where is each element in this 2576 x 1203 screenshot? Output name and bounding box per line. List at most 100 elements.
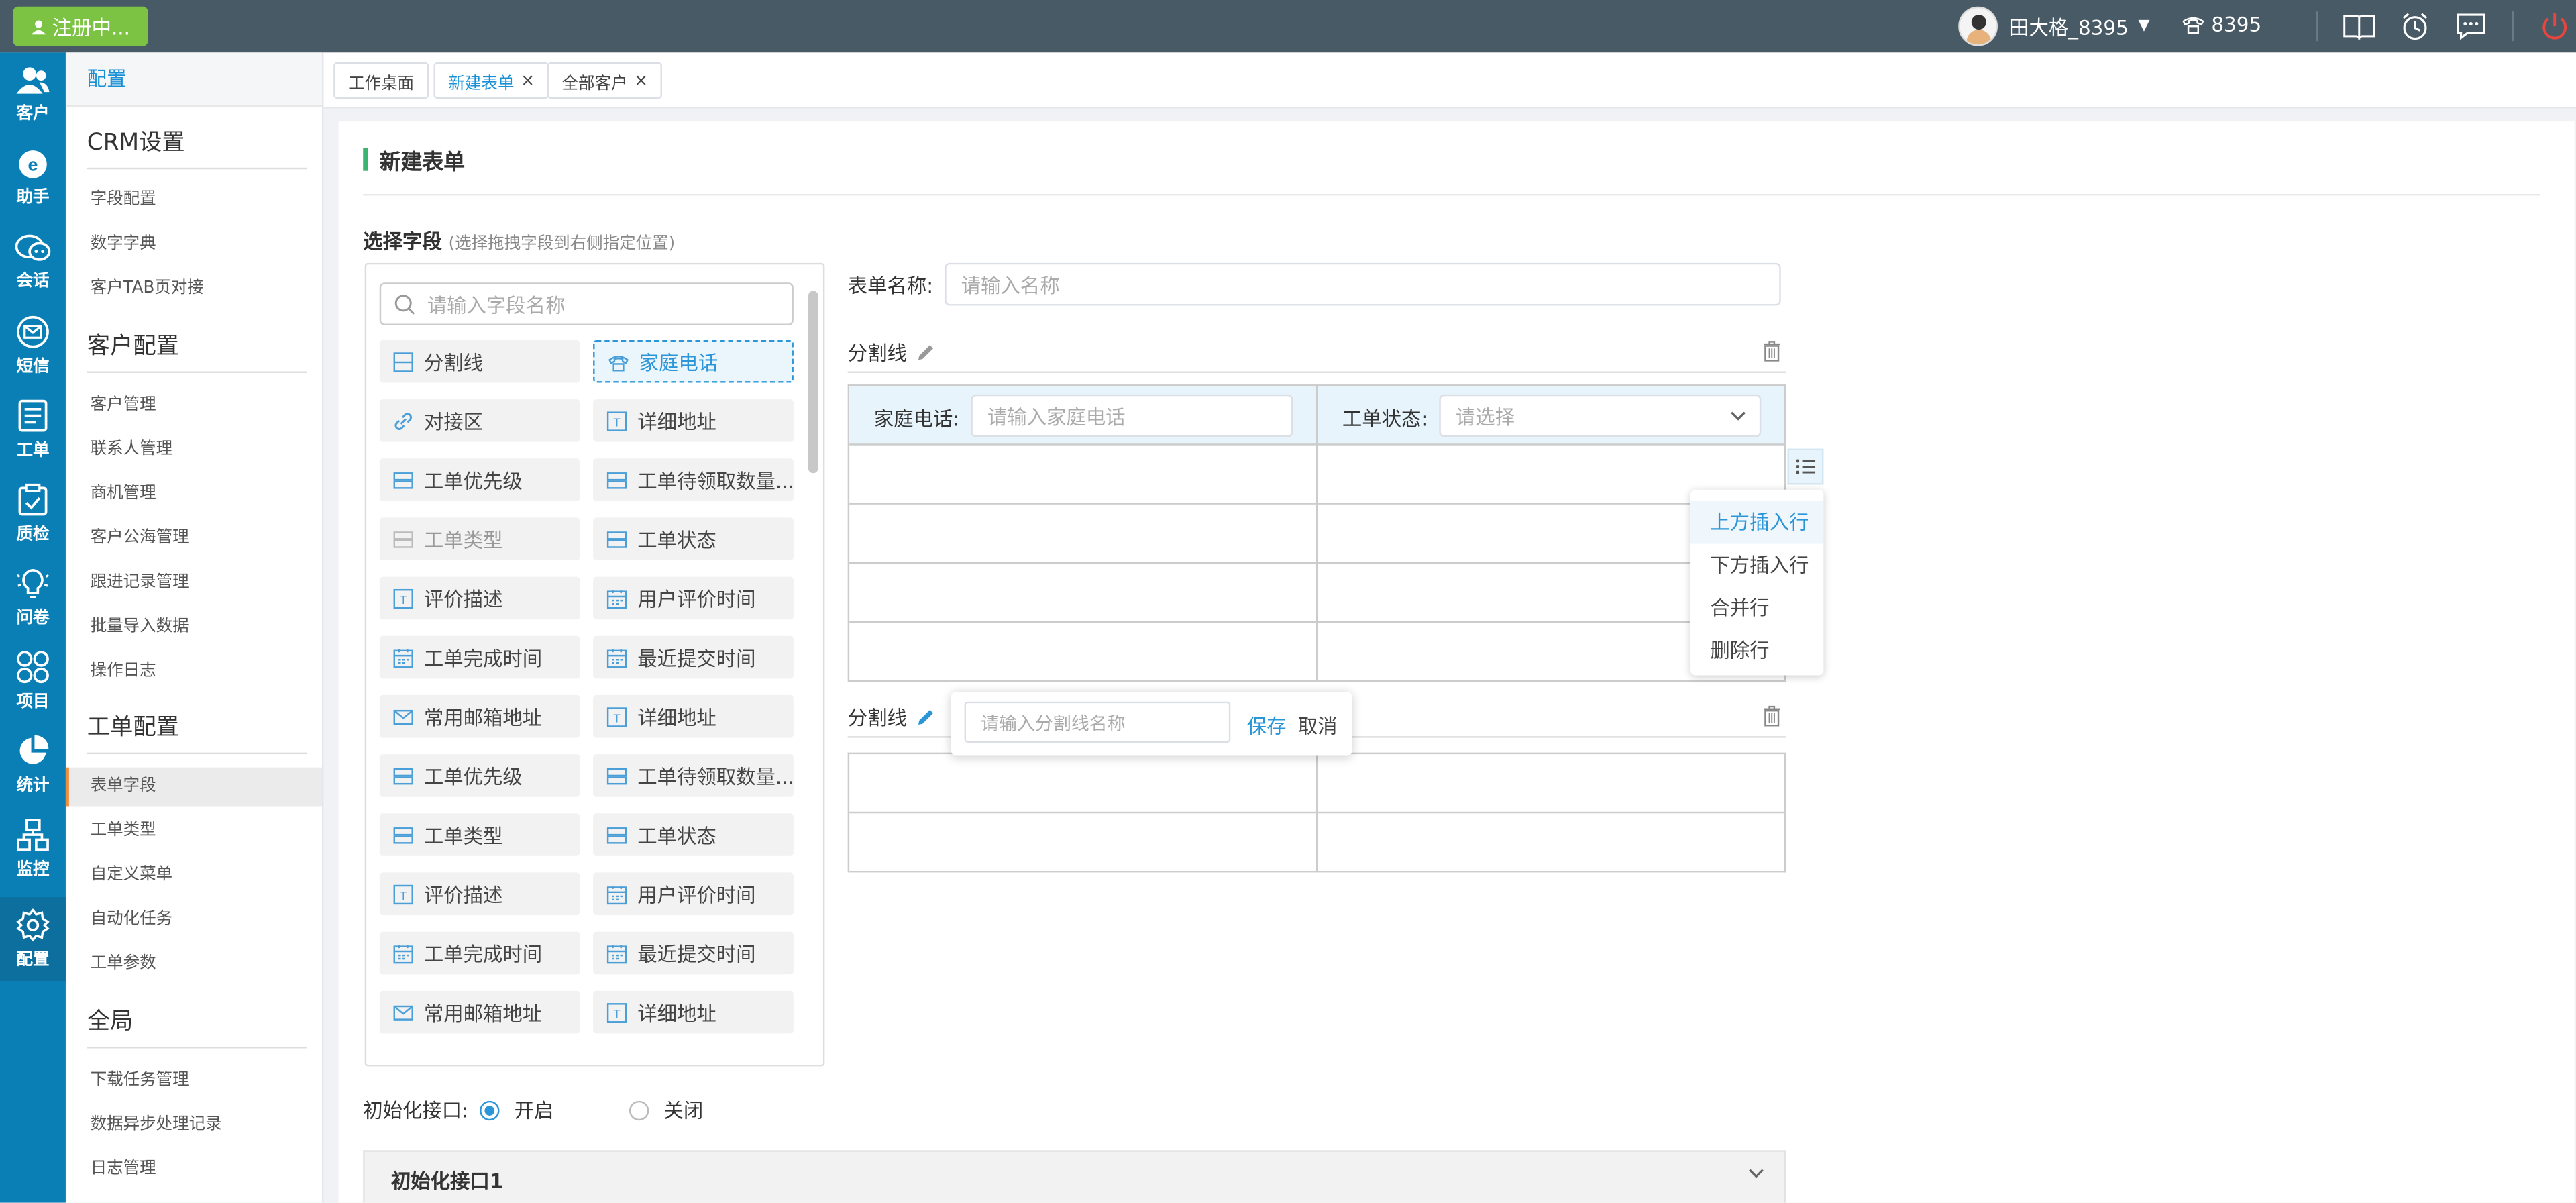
cancel-button[interactable]: 取消: [1298, 711, 1338, 739]
submenu-item[interactable]: 自定义菜单: [66, 856, 322, 896]
register-status-button[interactable]: 注册中...: [13, 6, 148, 46]
form-layout-grid-1: 家庭电话: 请输入家庭电话 工单状态: 请选择: [847, 384, 1786, 682]
scrollbar[interactable]: [808, 291, 818, 474]
edit-pencil-icon[interactable]: [917, 709, 935, 727]
grid-cell[interactable]: 家庭电话: 请输入家庭电话: [849, 386, 1318, 446]
nav-label: 项目: [16, 693, 50, 712]
field-chip[interactable]: 工单状态: [593, 517, 794, 561]
search-icon: [394, 294, 415, 314]
field-chip[interactable]: 工单待领取数量...: [593, 458, 794, 501]
field-search-input[interactable]: 请输入字段名称: [379, 282, 794, 325]
nav-settings[interactable]: 配置: [0, 897, 66, 982]
submenu-item-form-fields[interactable]: 表单字段: [65, 767, 323, 807]
grid-cell[interactable]: [849, 754, 1318, 814]
radio-on[interactable]: 开启: [480, 1096, 553, 1124]
tab-new-form[interactable]: 新建表单 ×: [433, 62, 549, 99]
field-chip[interactable]: 对接区: [379, 399, 580, 442]
insert-row-above[interactable]: 上方插入行: [1690, 501, 1824, 544]
nav-project[interactable]: 项目: [0, 639, 66, 723]
grid-cell[interactable]: [849, 564, 1318, 623]
field-chip[interactable]: 工单待领取数量...: [593, 754, 794, 797]
field-chip[interactable]: 用户评价时间: [593, 872, 794, 916]
submenu-item[interactable]: 工单类型: [66, 812, 322, 851]
row-actions-button[interactable]: [1787, 448, 1824, 485]
grid-cell[interactable]: 工单状态: 请选择: [1318, 386, 1786, 446]
delete-trash-icon[interactable]: [1763, 705, 1781, 727]
book-icon[interactable]: [2343, 10, 2375, 43]
grid-cell[interactable]: [849, 445, 1318, 505]
submenu-item[interactable]: 客户公海管理: [66, 519, 322, 559]
submenu-item[interactable]: 客户TAB页对接: [66, 270, 322, 309]
divider-name-input[interactable]: 请输入分割线名称: [964, 701, 1231, 743]
submenu-item[interactable]: 数据异步处理记录: [66, 1106, 322, 1145]
field-chip[interactable]: 工单完成时间: [379, 931, 580, 975]
submenu-item[interactable]: 数字字典: [66, 225, 322, 265]
nav-customers[interactable]: 客户: [0, 52, 66, 136]
init-interface-collapse[interactable]: 初始化接口1: [363, 1150, 1786, 1203]
grid-cell[interactable]: [1318, 813, 1786, 873]
nav-quality[interactable]: 质检: [0, 472, 66, 556]
submenu-item[interactable]: 自动化任务: [66, 900, 322, 940]
close-icon[interactable]: ×: [521, 72, 535, 90]
submenu-item[interactable]: 工单参数: [66, 945, 322, 984]
submenu-item[interactable]: 商机管理: [66, 475, 322, 515]
grid-cell[interactable]: [849, 813, 1318, 873]
field-chip[interactable]: T 评价描述: [379, 872, 580, 916]
field-chip[interactable]: 分割线: [379, 339, 580, 383]
submenu-item[interactable]: 客户管理: [66, 386, 322, 426]
submenu-item[interactable]: 批量导入数据: [66, 608, 322, 647]
merge-row[interactable]: 合并行: [1690, 586, 1823, 629]
phone-extension[interactable]: 8395: [2182, 13, 2261, 36]
alarm-clock-icon[interactable]: [2399, 10, 2432, 43]
edit-pencil-icon[interactable]: [917, 344, 935, 362]
field-chip[interactable]: 工单类型: [379, 517, 580, 561]
nav-assistant[interactable]: e 助手: [0, 136, 66, 220]
field-chip[interactable]: 常用邮箱地址: [379, 990, 580, 1034]
field-chip[interactable]: T 详细地址: [593, 399, 794, 442]
submenu-item[interactable]: 日志管理: [66, 1150, 322, 1190]
ticket-status-select[interactable]: 请选择: [1439, 394, 1762, 437]
power-icon[interactable]: [2538, 10, 2571, 43]
field-chip[interactable]: 工单优先级: [379, 754, 580, 797]
field-chip[interactable]: 最近提交时间: [593, 931, 794, 975]
field-chip[interactable]: 用户评价时间: [593, 576, 794, 620]
field-chip[interactable]: 工单状态: [593, 813, 794, 856]
field-chip[interactable]: 常用邮箱地址: [379, 694, 580, 738]
grid-row: [849, 445, 1786, 505]
form-name-input[interactable]: 请输入名称: [945, 262, 1781, 306]
field-chip[interactable]: T 详细地址: [593, 990, 794, 1034]
delete-trash-icon[interactable]: [1763, 340, 1781, 362]
nav-monitor[interactable]: 监控: [0, 806, 66, 890]
submenu-item[interactable]: 字段配置: [66, 180, 322, 220]
submenu-item[interactable]: 联系人管理: [66, 431, 322, 470]
user-menu[interactable]: 田大格_8395 ▼: [1958, 6, 2149, 46]
home-phone-input[interactable]: 请输入家庭电话: [971, 394, 1293, 437]
submenu-item[interactable]: 跟进记录管理: [66, 564, 322, 603]
field-chip[interactable]: 工单完成时间: [379, 635, 580, 679]
submenu-item[interactable]: 下载任务管理: [66, 1061, 322, 1101]
insert-row-below[interactable]: 下方插入行: [1690, 544, 1823, 587]
message-icon[interactable]: [2455, 10, 2487, 43]
submenu-item[interactable]: 操作日志: [66, 652, 322, 692]
nav-ticket[interactable]: 工单: [0, 388, 66, 472]
radio-off[interactable]: 关闭: [629, 1096, 703, 1124]
nav-chat[interactable]: 会话: [0, 220, 66, 304]
field-chip[interactable]: 工单优先级: [379, 458, 580, 501]
grid-cell[interactable]: [849, 623, 1318, 682]
field-chip[interactable]: 工单类型: [379, 813, 580, 856]
save-button[interactable]: 保存: [1247, 711, 1287, 739]
grid-cell[interactable]: [849, 504, 1318, 564]
close-icon[interactable]: ×: [634, 72, 648, 90]
field-chip[interactable]: T 评价描述: [379, 576, 580, 620]
nav-sms[interactable]: 短信: [0, 304, 66, 388]
delete-row[interactable]: 删除行: [1690, 629, 1823, 672]
field-chip[interactable]: T 详细地址: [593, 694, 794, 738]
field-chip[interactable]: 最近提交时间: [593, 635, 794, 679]
tab-all-customers[interactable]: 全部客户 ×: [547, 62, 663, 99]
grid-cell[interactable]: [1318, 754, 1786, 814]
tab-workbench[interactable]: 工作桌面: [333, 62, 429, 99]
tab-label: 全部客户: [561, 74, 628, 93]
nav-statistics[interactable]: 统计: [0, 723, 66, 807]
field-chip[interactable]: 家庭电话: [593, 339, 794, 383]
nav-survey[interactable]: 问卷: [0, 556, 66, 639]
